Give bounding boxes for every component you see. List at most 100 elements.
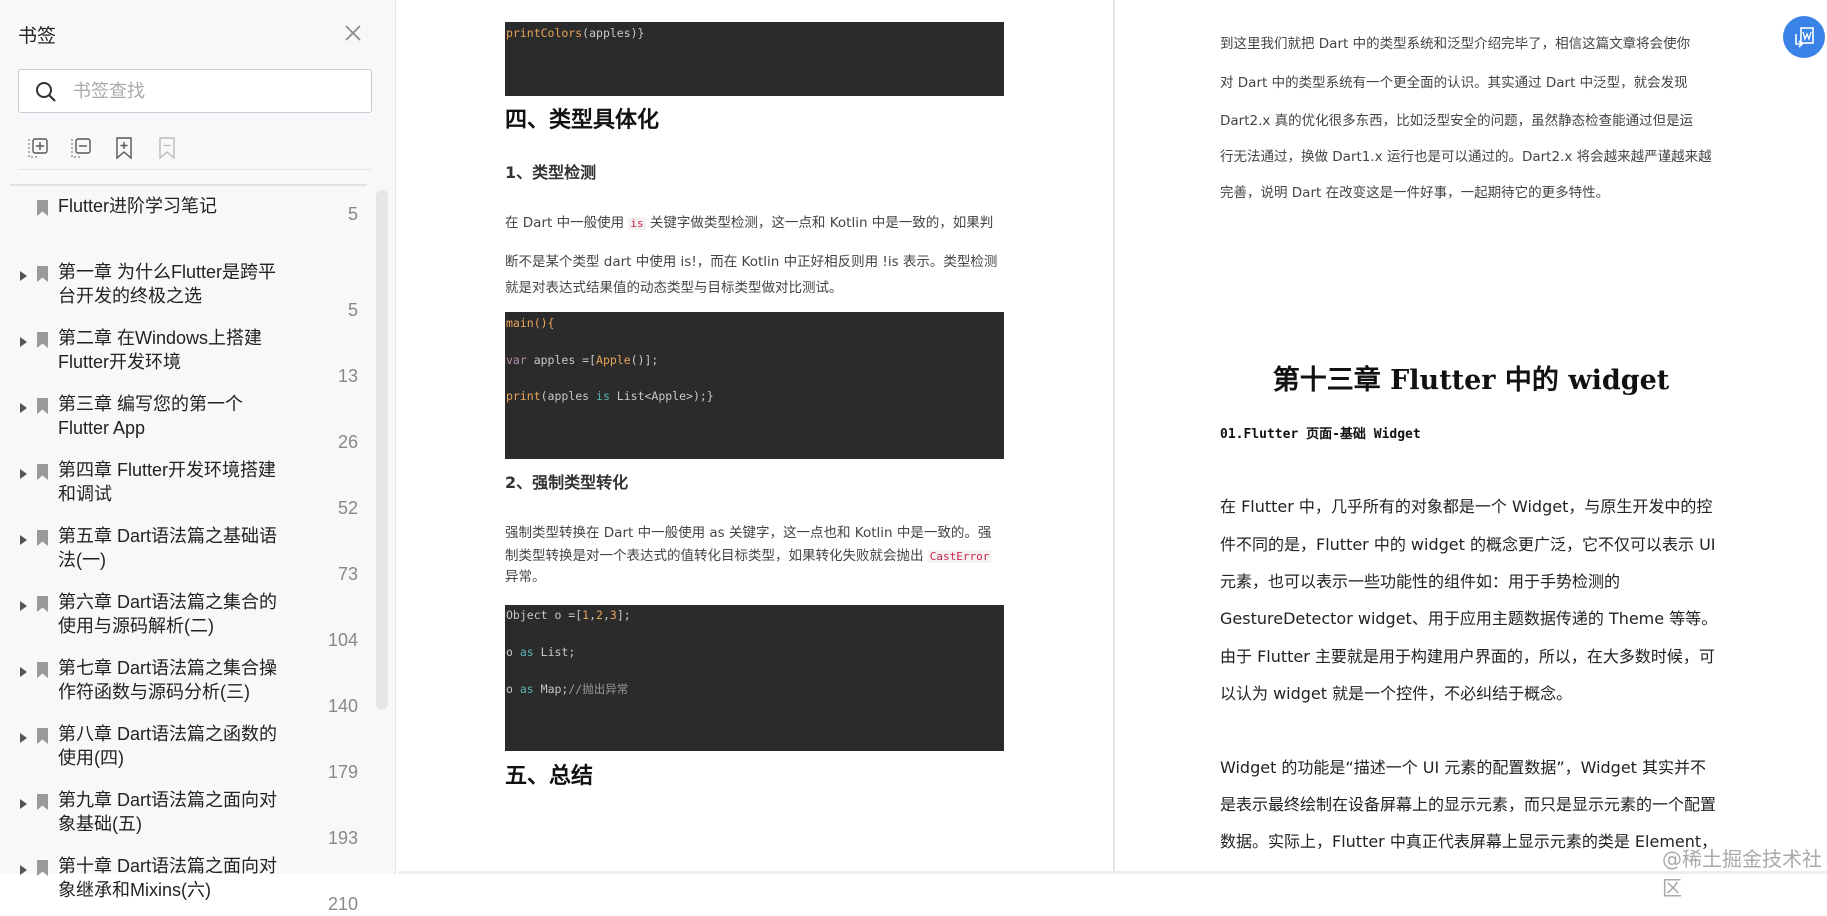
bookmark-page-number: 104 xyxy=(327,630,358,650)
expand-arrow-icon[interactable] xyxy=(20,799,27,809)
expand-all-button[interactable] xyxy=(26,136,50,160)
code-token: printColors xyxy=(506,26,583,40)
text: 在 Dart 中一般使用 xyxy=(505,215,629,231)
code-token: Apple xyxy=(596,353,631,367)
search-icon xyxy=(36,82,56,102)
translate-page-button[interactable] xyxy=(1783,16,1825,58)
bookmark-label: 第三章 编写您的第一个 Flutter App xyxy=(58,394,243,438)
add-bookmark-button[interactable] xyxy=(112,136,136,160)
close-sidebar-button[interactable] xyxy=(342,22,364,44)
code-block: Object o =[1,2,3]; o as List; o as Map;/… xyxy=(505,605,1004,751)
add-bookmark-icon xyxy=(116,137,132,160)
paragraph-line: 强制类型转换在 Dart 中一般使用 as 关键字，这一点也和 Kotlin 中… xyxy=(505,525,992,541)
chapter-title: 第十三章 Flutter 中的 widget xyxy=(1272,365,1670,396)
paragraph-line: 制类型转换是对一个表达式的值转化目标类型，如果转化失败就会抛出 CastErro… xyxy=(505,544,992,564)
bookmark-sidebar: 书签 Flutter进阶学习笔记5第一章 为什么Flutter是跨平台开发的终极… xyxy=(0,0,396,914)
divider xyxy=(18,169,372,170)
bookmark-page-number: 5 xyxy=(347,300,358,320)
text: 制类型转换是对一个表达式的值转化目标类型，如果转化失败就会抛出 xyxy=(505,548,928,564)
bookmark-item[interactable]: 第十章 Dart语法篇之面向对象继承和Mixins(六) 210 xyxy=(0,850,372,916)
paragraph-line: 完善，说明 Dart 在改变这是一件好事，一起期待它的更多特性。 xyxy=(1220,185,1610,201)
bookmark-search-input[interactable] xyxy=(73,78,353,104)
code-token: as xyxy=(519,682,534,696)
expand-arrow-icon[interactable] xyxy=(20,535,27,545)
bookmark-item[interactable]: 第八章 Dart语法篇之函数的使用(四) 179 xyxy=(0,718,372,784)
bookmark-item[interactable]: 第六章 Dart语法篇之集合的使用与源码解析(二) 104 xyxy=(0,586,372,652)
section-title: 01.Flutter 页面-基础 Widget xyxy=(1220,427,1421,442)
heading-type-cast: 2、强制类型转化 xyxy=(505,473,629,492)
bookmark-item[interactable]: 第一章 为什么Flutter是跨平台开发的终极之选 5 xyxy=(0,256,372,322)
code-token: Object o =[ xyxy=(506,608,583,622)
bookmark-icon xyxy=(37,596,48,612)
expand-arrow-icon[interactable] xyxy=(20,271,27,281)
code-token: ()]; xyxy=(630,353,659,367)
code-line: main(){ xyxy=(506,316,555,330)
expand-all-icon xyxy=(28,138,48,158)
bookmark-item[interactable]: 第七章 Dart语法篇之集合操作符函数与源码分析(三) 140 xyxy=(0,652,372,718)
bookmark-page-number: 52 xyxy=(337,498,358,518)
paragraph-line: 到这里我们就把 Dart 中的类型系统和泛型介绍完毕了，相信这篇文章将会使你 xyxy=(1220,36,1691,52)
remove-bookmark-button[interactable] xyxy=(155,136,179,160)
code-token: is xyxy=(596,389,610,403)
code-token: 3 xyxy=(609,608,617,622)
expand-arrow-icon[interactable] xyxy=(20,733,27,743)
code-token: List<Apple>);} xyxy=(609,389,714,403)
paragraph-line: Widget 的功能是“描述一个 UI 元素的配置数据”，Widget 其实并不 xyxy=(1220,758,1707,777)
code-token: Map; xyxy=(533,682,569,696)
collapse-all-icon xyxy=(71,138,91,158)
sidebar-scrollbar[interactable] xyxy=(376,190,388,710)
bookmark-icon xyxy=(37,200,48,216)
code-token: apples =[ xyxy=(526,353,597,367)
bookmark-icon xyxy=(37,530,48,546)
bookmark-item[interactable]: Flutter进阶学习笔记 5 xyxy=(0,190,372,256)
bookmark-label: 第十章 Dart语法篇之面向对象继承和Mixins(六) xyxy=(58,856,278,900)
inline-code: CastError xyxy=(927,550,992,563)
bookmark-icon xyxy=(37,266,48,282)
expand-arrow-icon[interactable] xyxy=(20,403,27,413)
bookmark-label: 第一章 为什么Flutter是跨平台开发的终极之选 xyxy=(58,262,277,306)
paragraph-line: 以认为 widget 就是一个控件，不必纠结于概念。 xyxy=(1220,684,1573,703)
code-token: ]; xyxy=(616,608,631,622)
code-comment: //抛出异常 xyxy=(568,682,629,696)
bookmark-item[interactable]: 第二章 在Windows上搭建Flutter开发环境 13 xyxy=(0,322,372,388)
code-token: (apples)} xyxy=(582,26,645,40)
collapse-all-button[interactable] xyxy=(69,136,93,160)
bookmark-page-number: 210 xyxy=(327,894,358,914)
bookmark-page-number: 13 xyxy=(337,366,358,386)
bookmark-item[interactable]: 第四章 Flutter开发环境搭建和调试 52 xyxy=(0,454,372,520)
paragraph-line: 数据。实际上，Flutter 中真正代表屏幕上显示元素的类是 Element， xyxy=(1220,832,1718,851)
bookmark-label: Flutter进阶学习笔记 xyxy=(58,196,218,216)
bookmark-page-number: 179 xyxy=(327,762,358,782)
bookmark-item[interactable]: 第三章 编写您的第一个 Flutter App 26 xyxy=(0,388,372,454)
bookmark-page-number: 193 xyxy=(327,828,358,848)
bookmark-label: 第九章 Dart语法篇之面向对象基础(五) xyxy=(58,790,278,834)
paragraph-line: 对 Dart 中的类型系统有一个更全面的认识。其实通过 Dart 中泛型，就会发… xyxy=(1220,75,1688,91)
bookmark-list: Flutter进阶学习笔记 5 第一章 为什么Flutter是跨平台开发的终极之选 5… xyxy=(0,190,372,916)
code-token: List; xyxy=(533,645,576,659)
bookmark-icon xyxy=(37,464,48,480)
sidebar-title: 书签 xyxy=(18,26,57,47)
heading-type-reification: 四、类型具体化 xyxy=(505,108,660,133)
expand-arrow-icon[interactable] xyxy=(20,601,27,611)
bookmark-page-number: 140 xyxy=(327,696,358,716)
expand-arrow-icon[interactable] xyxy=(20,469,27,479)
code-token: (apples xyxy=(540,389,597,403)
code-token: 2 xyxy=(596,608,603,622)
code-token: o xyxy=(506,682,520,696)
bookmark-icon xyxy=(37,794,48,810)
bookmark-page-number: 26 xyxy=(337,432,358,452)
code-token: as xyxy=(519,645,534,659)
bookmark-item[interactable]: 第五章 Dart语法篇之基础语法(一) 73 xyxy=(0,520,372,586)
paragraph-line: 在 Flutter 中，几乎所有的对象都是一个 Widget，与原生开发中的控 xyxy=(1220,497,1713,516)
code-block: printColors(apples)} xyxy=(505,22,1004,96)
paragraph-line: 在 Dart 中一般使用 is 关键字做类型检测，这一点和 Kotlin 中是一… xyxy=(505,211,993,231)
translate-page-icon xyxy=(1795,27,1814,48)
expand-arrow-icon[interactable] xyxy=(20,337,27,347)
bookmark-label: 第七章 Dart语法篇之集合操作符函数与源码分析(三) xyxy=(58,658,278,702)
bookmark-search-box[interactable] xyxy=(18,69,372,113)
bookmark-icon xyxy=(37,398,48,414)
paragraph-line: 是表示最终绘制在设备屏幕上的显示元素，而只是显示元素的一个配置 xyxy=(1220,795,1717,814)
expand-arrow-icon[interactable] xyxy=(20,667,27,677)
bookmark-item[interactable]: 第九章 Dart语法篇之面向对象基础(五) 193 xyxy=(0,784,372,850)
bookmark-icon xyxy=(37,860,48,876)
